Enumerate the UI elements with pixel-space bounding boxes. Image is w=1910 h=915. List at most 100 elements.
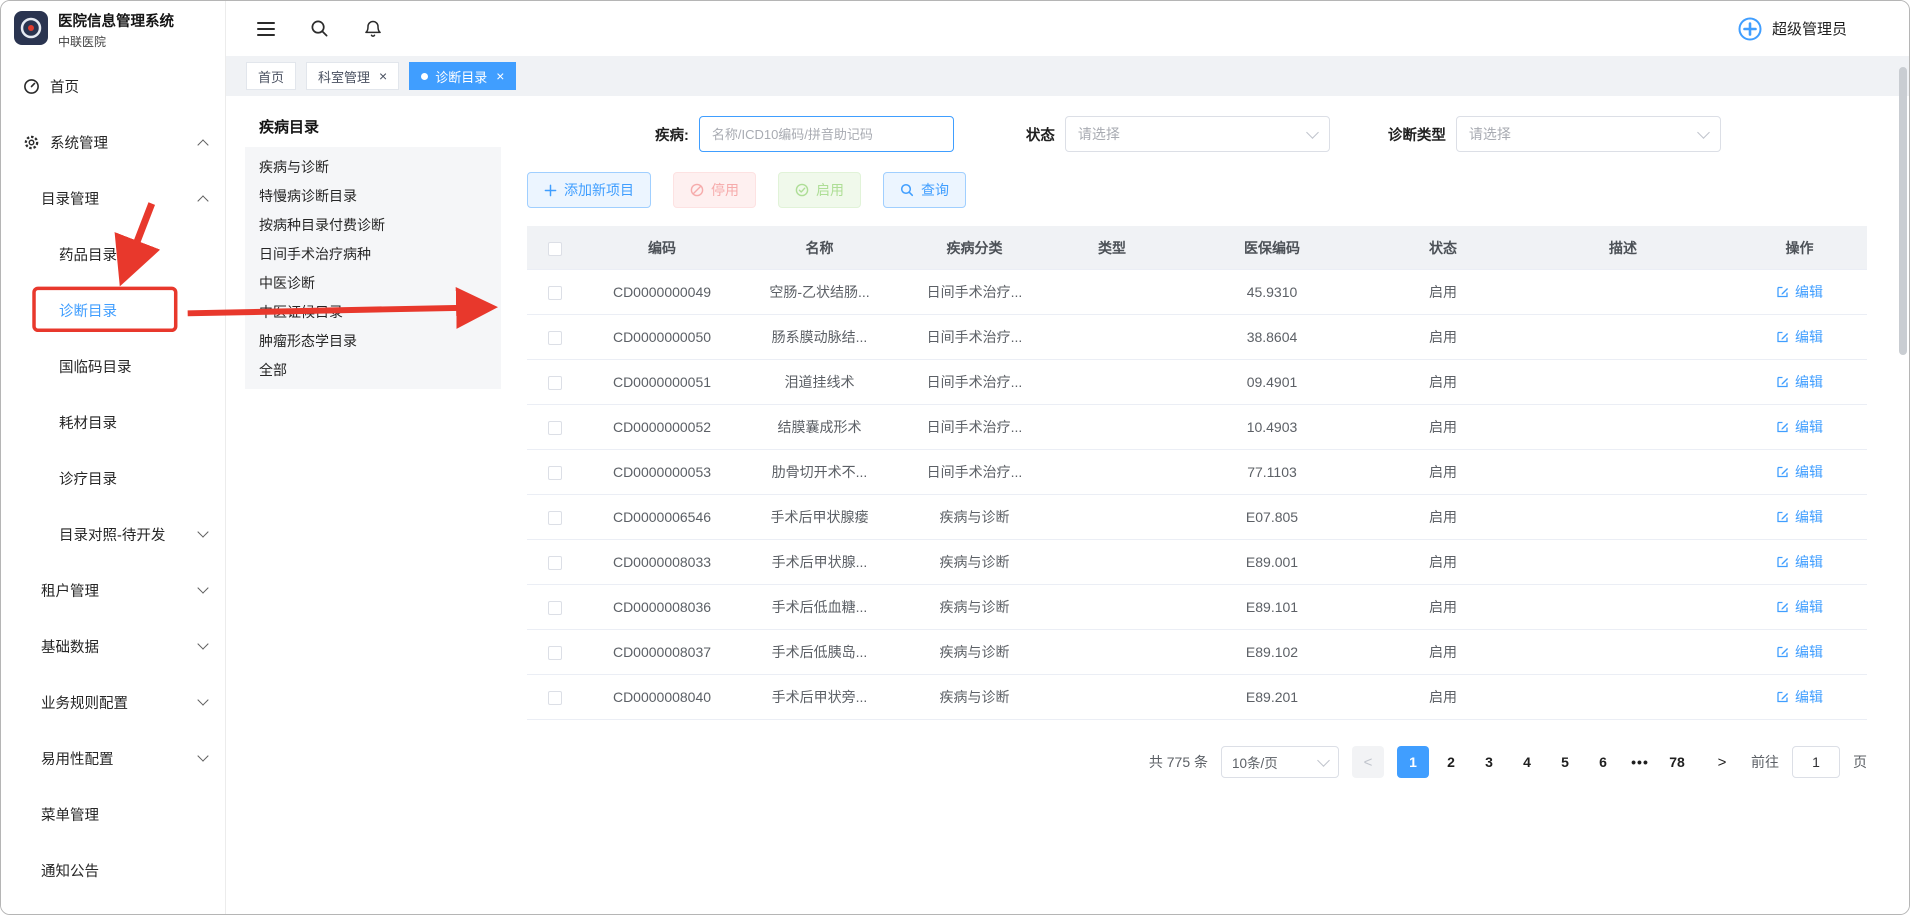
cell-code: CD0000006546: [582, 509, 742, 525]
sidebar-item[interactable]: 诊疗目录: [1, 450, 225, 506]
column-header: 疾病分类: [897, 238, 1052, 258]
admin-menu[interactable]: 超级管理员: [1737, 16, 1847, 42]
disable-button[interactable]: 停用: [673, 172, 756, 208]
more-pages-icon[interactable]: •••: [1625, 754, 1655, 770]
sidebar-item[interactable]: 首页: [1, 58, 225, 114]
sidebar-item[interactable]: 耗材目录: [1, 394, 225, 450]
edit-button[interactable]: 编辑: [1776, 687, 1823, 707]
row-checkbox[interactable]: [548, 421, 562, 435]
sidebar-item[interactable]: 系统管理: [1, 114, 225, 170]
sidebar-item[interactable]: 诊断目录: [1, 282, 225, 338]
row-checkbox[interactable]: [548, 376, 562, 390]
pagination: 共 775 条 10条/页 < 123456•••78 > 前往 页: [527, 746, 1867, 778]
sidebar-item[interactable]: 目录管理: [1, 170, 225, 226]
row-checkbox[interactable]: [548, 691, 562, 705]
diagnosis-type-select[interactable]: 请选择: [1456, 116, 1721, 152]
sidebar-item[interactable]: 租户管理: [1, 562, 225, 618]
prev-page-button[interactable]: <: [1352, 746, 1384, 778]
cell-code: CD0000000051: [582, 374, 742, 390]
catalog-item[interactable]: 特慢病诊断目录: [245, 181, 501, 210]
cell-status: 启用: [1372, 687, 1514, 707]
catalog-item[interactable]: 肿瘤形态学目录: [245, 326, 501, 355]
edit-button[interactable]: 编辑: [1776, 507, 1823, 527]
page-size-select[interactable]: 10条/页: [1221, 746, 1339, 778]
medical-cross-icon: [1737, 16, 1763, 42]
page-button[interactable]: 2: [1435, 746, 1467, 778]
page-button[interactable]: 1: [1397, 746, 1429, 778]
status-select[interactable]: 请选择: [1065, 116, 1330, 152]
table-row: CD0000000050肠系膜动脉结...日间手术治疗...38.8604启用编…: [527, 315, 1867, 360]
tab[interactable]: 诊断目录 ×: [409, 62, 516, 90]
cell-insurance-code: 09.4901: [1172, 374, 1372, 390]
row-checkbox[interactable]: [548, 556, 562, 570]
edit-button[interactable]: 编辑: [1776, 462, 1823, 482]
cell-category: 疾病与诊断: [897, 687, 1052, 707]
sidebar-item[interactable]: 易用性配置: [1, 730, 225, 786]
next-page-button[interactable]: >: [1706, 746, 1738, 778]
disease-search-input[interactable]: [699, 116, 954, 152]
logo-area: 医院信息管理系统 中联医院: [1, 1, 225, 58]
catalog-item[interactable]: 全部: [245, 355, 501, 384]
row-checkbox[interactable]: [548, 646, 562, 660]
edit-icon: [1776, 645, 1790, 659]
cell-status: 启用: [1372, 462, 1514, 482]
chevron-down-icon: [197, 638, 208, 649]
row-checkbox[interactable]: [548, 511, 562, 525]
goto-page-input[interactable]: [1792, 746, 1840, 778]
page-button[interactable]: 4: [1511, 746, 1543, 778]
add-item-button[interactable]: 添加新项目: [527, 172, 651, 208]
sidebar-item[interactable]: 药品目录: [1, 226, 225, 282]
row-checkbox[interactable]: [548, 466, 562, 480]
collapse-menu-icon[interactable]: [256, 20, 276, 38]
tab-label: 诊断目录: [435, 67, 487, 86]
cell-code: CD0000008036: [582, 599, 742, 615]
tab[interactable]: 首页: [246, 62, 296, 90]
tab[interactable]: 科室管理×: [306, 62, 399, 90]
edit-button[interactable]: 编辑: [1776, 642, 1823, 662]
goto-label: 前往: [1751, 752, 1779, 772]
table-row: CD0000000051泪道挂线术日间手术治疗...09.4901启用编辑: [527, 360, 1867, 405]
edit-button[interactable]: 编辑: [1776, 372, 1823, 392]
edit-button[interactable]: 编辑: [1776, 327, 1823, 347]
edit-button[interactable]: 编辑: [1776, 597, 1823, 617]
page-button[interactable]: 3: [1473, 746, 1505, 778]
close-icon[interactable]: ×: [379, 69, 387, 83]
edit-button[interactable]: 编辑: [1776, 417, 1823, 437]
table-row: CD0000000053肋骨切开术不...日间手术治疗...77.1103启用编…: [527, 450, 1867, 495]
scrollbar-thumb[interactable]: [1899, 67, 1907, 355]
edit-button[interactable]: 编辑: [1776, 282, 1823, 302]
row-checkbox[interactable]: [548, 286, 562, 300]
query-button[interactable]: 查询: [883, 172, 966, 208]
select-all-checkbox[interactable]: [548, 242, 562, 256]
page-list: 123456 ••• 78: [1397, 746, 1693, 778]
sidebar-item[interactable]: 目录对照-待开发: [1, 506, 225, 562]
catalog-item[interactable]: 中医诊断: [245, 268, 501, 297]
page-button[interactable]: 78: [1661, 746, 1693, 778]
page-button[interactable]: 6: [1587, 746, 1619, 778]
cell-category: 日间手术治疗...: [897, 417, 1052, 437]
sidebar-item[interactable]: 业务规则配置: [1, 674, 225, 730]
page-button[interactable]: 5: [1549, 746, 1581, 778]
catalog-item[interactable]: 中医证候目录: [245, 297, 501, 326]
diagnosis-table: 编码名称疾病分类类型医保编码状态描述操作 CD0000000049空肠-乙状结肠…: [527, 226, 1867, 720]
edit-button[interactable]: 编辑: [1776, 552, 1823, 572]
sidebar-item-label: 目录对照-待开发: [59, 524, 165, 545]
row-checkbox[interactable]: [548, 601, 562, 615]
close-icon[interactable]: ×: [496, 69, 504, 83]
bell-icon[interactable]: [363, 19, 383, 39]
sidebar-item[interactable]: 国临码目录: [1, 338, 225, 394]
row-checkbox[interactable]: [548, 331, 562, 345]
sidebar-item[interactable]: 通知公告: [1, 842, 225, 898]
cell-category: 疾病与诊断: [897, 507, 1052, 527]
sidebar-item[interactable]: 菜单管理: [1, 786, 225, 842]
table-row: CD0000008036手术后低血糖...疾病与诊断E89.101启用编辑: [527, 585, 1867, 630]
catalog-item[interactable]: 日间手术治疗病种: [245, 239, 501, 268]
cell-status: 启用: [1372, 327, 1514, 347]
enable-button[interactable]: 启用: [778, 172, 861, 208]
chevron-down-icon: [1306, 126, 1319, 139]
scrollbar[interactable]: [1899, 59, 1907, 910]
catalog-item[interactable]: 按病种目录付费诊断: [245, 210, 501, 239]
search-icon[interactable]: [310, 19, 329, 38]
sidebar-item[interactable]: 基础数据: [1, 618, 225, 674]
catalog-item[interactable]: 疾病与诊断: [245, 152, 501, 181]
